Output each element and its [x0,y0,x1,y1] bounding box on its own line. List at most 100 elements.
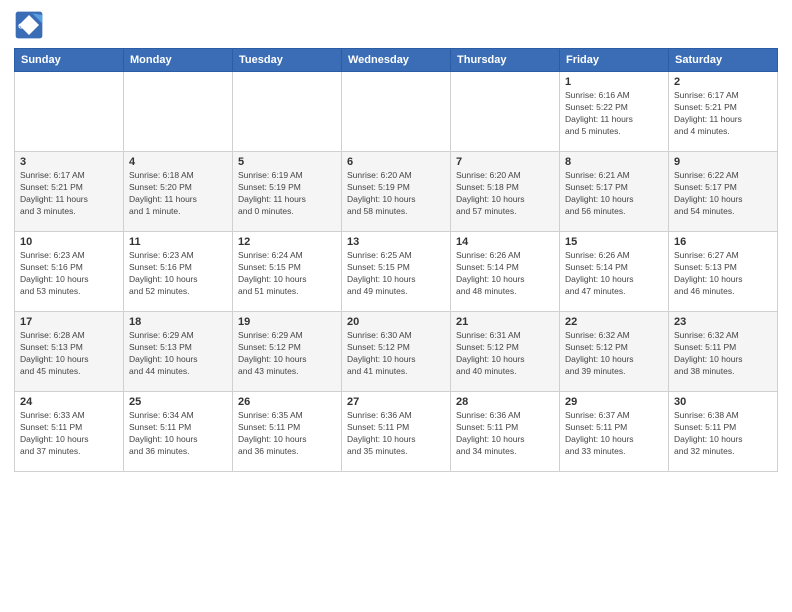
day-number: 25 [129,396,227,408]
day-number: 4 [129,156,227,168]
week-row-3: 17 Sunrise: 6:28 AM Sunset: 5:13 PM Dayli… [15,312,778,392]
day-info: Sunrise: 6:34 AM Sunset: 5:11 PM Dayligh… [129,410,227,458]
day-cell [124,72,233,152]
day-number: 14 [456,236,554,248]
day-info: Sunrise: 6:36 AM Sunset: 5:11 PM Dayligh… [456,410,554,458]
day-info: Sunrise: 6:27 AM Sunset: 5:13 PM Dayligh… [674,250,772,298]
day-info: Sunrise: 6:30 AM Sunset: 5:12 PM Dayligh… [347,330,445,378]
day-cell: 8 Sunrise: 6:21 AM Sunset: 5:17 PM Daylig… [560,152,669,232]
weekday-header-tuesday: Tuesday [233,49,342,72]
logo: G [14,10,48,40]
day-cell: 19Sunrise: 6:29 AM Sunset: 5:12 PM Dayli… [233,312,342,392]
day-cell: 30 Sunrise: 6:38 AM Sunset: 5:11 PM Dayli… [669,392,778,472]
day-cell [342,72,451,152]
day-info: Sunrise: 6:24 AM Sunset: 5:15 PM Dayligh… [238,250,336,298]
day-info: Sunrise: 6:16 AM Sunset: 5:22 PM Dayligh… [565,90,663,138]
day-cell: 6Sunrise: 6:20 AM Sunset: 5:19 PM Daylig… [342,152,451,232]
day-cell: 26 Sunrise: 6:35 AM Sunset: 5:11 PM Dayli… [233,392,342,472]
day-number: 17 [20,316,118,328]
page: G SundayMondayTuesdayWednesdayThursdayFr… [0,0,792,612]
day-cell [451,72,560,152]
day-number: 5 [238,156,336,168]
day-cell: 16 Sunrise: 6:27 AM Sunset: 5:13 PM Dayli… [669,232,778,312]
svg-text:G: G [18,21,24,30]
day-cell: 20 Sunrise: 6:30 AM Sunset: 5:12 PM Dayli… [342,312,451,392]
day-cell: 12 Sunrise: 6:24 AM Sunset: 5:15 PM Dayli… [233,232,342,312]
day-info: Sunrise: 6:19 AM Sunset: 5:19 PM Dayligh… [238,170,336,218]
day-cell: 11Sunrise: 6:23 AM Sunset: 5:16 PM Dayli… [124,232,233,312]
day-info: Sunrise: 6:28 AM Sunset: 5:13 PM Dayligh… [20,330,118,378]
week-row-1: 3 Sunrise: 6:17 AM Sunset: 5:21 PM Daylig… [15,152,778,232]
day-number: 8 [565,156,663,168]
day-info: Sunrise: 6:22 AM Sunset: 5:17 PM Dayligh… [674,170,772,218]
day-info: Sunrise: 6:17 AM Sunset: 5:21 PM Dayligh… [20,170,118,218]
day-info: Sunrise: 6:20 AM Sunset: 5:19 PM Dayligh… [347,170,445,218]
day-info: Sunrise: 6:38 AM Sunset: 5:11 PM Dayligh… [674,410,772,458]
day-info: Sunrise: 6:23 AM Sunset: 5:16 PM Dayligh… [20,250,118,298]
day-number: 20 [347,316,445,328]
header: G [14,10,778,40]
day-number: 27 [347,396,445,408]
logo-icon: G [14,10,44,40]
weekday-header-thursday: Thursday [451,49,560,72]
day-cell: 28Sunrise: 6:36 AM Sunset: 5:11 PM Dayli… [451,392,560,472]
weekday-header-friday: Friday [560,49,669,72]
day-number: 15 [565,236,663,248]
day-info: Sunrise: 6:18 AM Sunset: 5:20 PM Dayligh… [129,170,227,218]
weekday-header-wednesday: Wednesday [342,49,451,72]
week-row-2: 10 Sunrise: 6:23 AM Sunset: 5:16 PM Dayli… [15,232,778,312]
week-row-4: 24Sunrise: 6:33 AM Sunset: 5:11 PM Dayli… [15,392,778,472]
day-info: Sunrise: 6:31 AM Sunset: 5:12 PM Dayligh… [456,330,554,378]
day-cell: 21Sunrise: 6:31 AM Sunset: 5:12 PM Dayli… [451,312,560,392]
calendar-table: SundayMondayTuesdayWednesdayThursdayFrid… [14,48,778,472]
day-cell: 14 Sunrise: 6:26 AM Sunset: 5:14 PM Dayli… [451,232,560,312]
day-info: Sunrise: 6:20 AM Sunset: 5:18 PM Dayligh… [456,170,554,218]
weekday-row: SundayMondayTuesdayWednesdayThursdayFrid… [15,49,778,72]
day-number: 7 [456,156,554,168]
day-info: Sunrise: 6:29 AM Sunset: 5:13 PM Dayligh… [129,330,227,378]
day-number: 9 [674,156,772,168]
day-number: 2 [674,76,772,88]
day-cell: 27 Sunrise: 6:36 AM Sunset: 5:11 PM Dayli… [342,392,451,472]
day-cell: 17 Sunrise: 6:28 AM Sunset: 5:13 PM Dayli… [15,312,124,392]
weekday-header-saturday: Saturday [669,49,778,72]
day-cell: 5 Sunrise: 6:19 AM Sunset: 5:19 PM Daylig… [233,152,342,232]
day-cell: 22Sunrise: 6:32 AM Sunset: 5:12 PM Dayli… [560,312,669,392]
day-info: Sunrise: 6:21 AM Sunset: 5:17 PM Dayligh… [565,170,663,218]
day-cell: 2 Sunrise: 6:17 AM Sunset: 5:21 PM Daylig… [669,72,778,152]
day-number: 1 [565,76,663,88]
day-info: Sunrise: 6:26 AM Sunset: 5:14 PM Dayligh… [565,250,663,298]
day-info: Sunrise: 6:37 AM Sunset: 5:11 PM Dayligh… [565,410,663,458]
day-number: 16 [674,236,772,248]
day-number: 3 [20,156,118,168]
week-row-0: 1 Sunrise: 6:16 AM Sunset: 5:22 PM Daylig… [15,72,778,152]
weekday-header-monday: Monday [124,49,233,72]
day-info: Sunrise: 6:33 AM Sunset: 5:11 PM Dayligh… [20,410,118,458]
day-cell: 25 Sunrise: 6:34 AM Sunset: 5:11 PM Dayli… [124,392,233,472]
day-cell: 18Sunrise: 6:29 AM Sunset: 5:13 PM Dayli… [124,312,233,392]
day-info: Sunrise: 6:35 AM Sunset: 5:11 PM Dayligh… [238,410,336,458]
day-info: Sunrise: 6:36 AM Sunset: 5:11 PM Dayligh… [347,410,445,458]
day-number: 11 [129,236,227,248]
calendar-header: SundayMondayTuesdayWednesdayThursdayFrid… [15,49,778,72]
day-number: 29 [565,396,663,408]
weekday-header-sunday: Sunday [15,49,124,72]
day-number: 23 [674,316,772,328]
day-cell: 23 Sunrise: 6:32 AM Sunset: 5:11 PM Dayli… [669,312,778,392]
day-cell [233,72,342,152]
day-number: 19 [238,316,336,328]
day-info: Sunrise: 6:25 AM Sunset: 5:15 PM Dayligh… [347,250,445,298]
day-info: Sunrise: 6:32 AM Sunset: 5:11 PM Dayligh… [674,330,772,378]
day-cell: 24Sunrise: 6:33 AM Sunset: 5:11 PM Dayli… [15,392,124,472]
day-number: 26 [238,396,336,408]
day-number: 10 [20,236,118,248]
day-number: 30 [674,396,772,408]
day-number: 12 [238,236,336,248]
day-cell: 1 Sunrise: 6:16 AM Sunset: 5:22 PM Daylig… [560,72,669,152]
day-info: Sunrise: 6:17 AM Sunset: 5:21 PM Dayligh… [674,90,772,138]
day-cell: 9 Sunrise: 6:22 AM Sunset: 5:17 PM Daylig… [669,152,778,232]
day-number: 22 [565,316,663,328]
day-info: Sunrise: 6:26 AM Sunset: 5:14 PM Dayligh… [456,250,554,298]
day-cell: 10 Sunrise: 6:23 AM Sunset: 5:16 PM Dayli… [15,232,124,312]
day-cell: 7 Sunrise: 6:20 AM Sunset: 5:18 PM Daylig… [451,152,560,232]
